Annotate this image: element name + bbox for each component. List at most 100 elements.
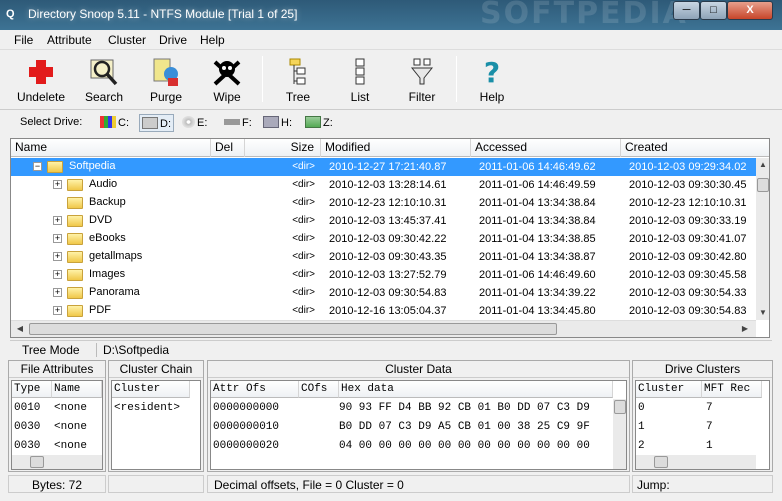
drive-h[interactable]: H: <box>263 114 292 132</box>
menu-file[interactable]: File <box>14 33 33 47</box>
table-row[interactable]: Backup <dir> 2010-12-23 12:10:10.31 2011-01… <box>11 194 756 212</box>
table-row[interactable]: + DVD <dir> 2010-12-03 13:45:37.41 2011-01-0… <box>11 212 756 230</box>
col-del[interactable]: Del <box>211 139 245 157</box>
table-row[interactable]: + getallmaps <dir> 2010-12-03 09:30:43.35 20… <box>11 248 756 266</box>
col-modified[interactable]: Modified <box>321 139 471 157</box>
drive-clusters-title: Drive Clusters <box>633 361 772 378</box>
list-item[interactable]: 0000000020 04 00 00 00 00 00 00 00 00 00 … <box>211 437 626 455</box>
help-button[interactable]: ? Help <box>463 52 521 106</box>
table-row[interactable]: + Panorama <dir> 2010-12-03 09:30:54.83 2011… <box>11 284 756 302</box>
col-accessed[interactable]: Accessed <box>471 139 621 157</box>
list-item[interactable]: 0030 <none <box>12 418 102 436</box>
row-modified: 2010-12-03 09:30:54.83 <box>329 287 447 299</box>
horizontal-scrollbar[interactable]: ◀ ▶ <box>11 320 756 337</box>
menu-help[interactable]: Help <box>200 33 225 47</box>
list-item[interactable]: 0030 <none <box>12 437 102 455</box>
row-size: <dir> <box>292 269 315 280</box>
col-attr-ofs[interactable]: Attr Ofs <box>211 381 299 398</box>
scroll-up-icon[interactable]: ▲ <box>756 158 769 172</box>
col-drive-cluster[interactable]: Cluster <box>636 381 702 398</box>
red-cross-icon <box>29 60 53 84</box>
row-modified: 2010-12-23 12:10:10.31 <box>329 197 447 209</box>
scroll-down-icon[interactable]: ▼ <box>756 306 769 320</box>
expand-icon[interactable]: + <box>53 252 62 261</box>
scroll-thumb[interactable] <box>757 178 769 192</box>
expand-icon[interactable]: + <box>53 288 62 297</box>
dc-hscroll[interactable] <box>636 455 756 469</box>
col-cluster[interactable]: Cluster <box>112 381 190 398</box>
hscroll-thumb[interactable] <box>29 323 557 335</box>
cluster-data-pane: Cluster Data Attr Ofs COfs Hex data 0000… <box>207 360 630 472</box>
fa-hscroll-thumb[interactable] <box>30 456 44 468</box>
close-button[interactable]: X <box>727 1 773 20</box>
minimize-button[interactable]: ─ <box>673 1 700 20</box>
drive-c[interactable]: C: <box>100 114 129 132</box>
filter-button[interactable]: Filter <box>393 52 451 106</box>
drive-e[interactable]: E: <box>182 114 207 132</box>
col-name[interactable]: Name <box>11 139 211 157</box>
expand-icon[interactable]: + <box>53 270 62 279</box>
wipe-button[interactable]: Wipe <box>198 52 256 106</box>
row-size: <dir> <box>292 305 315 316</box>
col-attr-name[interactable]: Name <box>52 381 102 398</box>
file-attributes-list[interactable]: Type Name 0010 <none 0030 <none 0030 <none <box>11 380 103 470</box>
table-row[interactable]: + Images <dir> 2010-12-03 13:27:52.79 2011-0… <box>11 266 756 284</box>
search-button[interactable]: Search <box>75 52 133 106</box>
dc-hscroll-thumb[interactable] <box>654 456 668 468</box>
menu-bar: File Attribute Cluster Drive Help <box>0 30 782 50</box>
row-size: <dir> <box>292 179 315 190</box>
drive-clusters-list[interactable]: Cluster MFT Rec 071721 <box>635 380 770 470</box>
expand-icon[interactable]: + <box>53 180 62 189</box>
table-row[interactable]: + eBooks <dir> 2010-12-03 09:30:42.22 2011-0… <box>11 230 756 248</box>
list-button[interactable]: List <box>331 52 389 106</box>
col-created[interactable]: Created <box>621 139 769 157</box>
table-row[interactable]: + PDF <dir> 2010-12-16 13:05:04.37 2011-01-0… <box>11 302 756 320</box>
cluster-chain-list[interactable]: Cluster <resident> <box>111 380 201 470</box>
undelete-button[interactable]: Undelete <box>12 52 70 106</box>
tree-button[interactable]: Tree <box>269 52 327 106</box>
vertical-scrollbar[interactable]: ▲ ▼ <box>756 158 769 320</box>
list-item[interactable]: 0000000000 90 93 FF D4 BB 92 CB 01 B0 DD … <box>211 399 626 417</box>
scroll-left-icon[interactable]: ◀ <box>13 322 27 336</box>
maximize-button[interactable]: □ <box>700 1 727 20</box>
row-created: 2010-12-03 09:30:54.83 <box>629 305 747 317</box>
drive-f[interactable]: F: <box>224 114 252 132</box>
menu-drive[interactable]: Drive <box>159 33 187 47</box>
expand-icon[interactable]: + <box>53 216 62 225</box>
col-hex-data[interactable]: Hex data <box>339 381 613 398</box>
purge-button[interactable]: Purge <box>137 52 195 106</box>
list-item[interactable]: 21 <box>636 437 769 455</box>
title-bar[interactable]: SOFTPEDIA Q Directory Snoop 5.11 - NTFS … <box>0 0 782 30</box>
list-item[interactable]: 07 <box>636 399 769 417</box>
cluster-chain-item[interactable]: <resident> <box>114 399 180 417</box>
row-size: <dir> <box>292 197 315 208</box>
cd-vscroll[interactable] <box>613 399 626 469</box>
collapse-icon[interactable]: − <box>33 162 42 171</box>
col-type[interactable]: Type <box>12 381 52 398</box>
table-row[interactable]: + Audio <dir> 2010-12-03 13:28:14.61 2011-01… <box>11 176 756 194</box>
search-label: Search <box>84 90 124 104</box>
menu-attribute[interactable]: Attribute <box>47 33 92 47</box>
row-accessed: 2011-01-04 13:34:38.87 <box>479 251 596 263</box>
col-cofs[interactable]: COfs <box>299 381 339 398</box>
drive-d[interactable]: D: <box>139 114 174 132</box>
scroll-right-icon[interactable]: ▶ <box>738 322 752 336</box>
folder-icon <box>67 269 83 281</box>
menu-cluster[interactable]: Cluster <box>108 33 146 47</box>
expand-icon[interactable]: + <box>53 306 62 315</box>
col-size[interactable]: Size <box>245 139 321 157</box>
table-row[interactable]: − Softpedia <dir> 2010-12-27 17:21:40.87 201… <box>11 158 756 176</box>
file-grid[interactable]: Name Del Size Modified Accessed Created … <box>10 138 770 338</box>
magnifier-icon[interactable]: Q <box>6 8 22 22</box>
drive-z[interactable]: Z: <box>305 114 333 132</box>
list-item[interactable]: 17 <box>636 418 769 436</box>
expand-icon[interactable]: + <box>53 234 62 243</box>
col-mft-rec[interactable]: MFT Rec <box>702 381 762 398</box>
row-created: 2010-12-03 09:30:33.19 <box>629 215 747 227</box>
cluster-data-hex[interactable]: Attr Ofs COfs Hex data 0000000000 90 93 F… <box>210 380 627 470</box>
cd-vscroll-thumb[interactable] <box>614 400 626 414</box>
list-item[interactable]: 0000000010 B0 DD 07 C3 D9 A5 CB 01 00 38 … <box>211 418 626 436</box>
jump-label[interactable]: Jump: <box>632 475 773 493</box>
fa-hscroll[interactable] <box>12 455 102 469</box>
list-item[interactable]: 0010 <none <box>12 399 102 417</box>
